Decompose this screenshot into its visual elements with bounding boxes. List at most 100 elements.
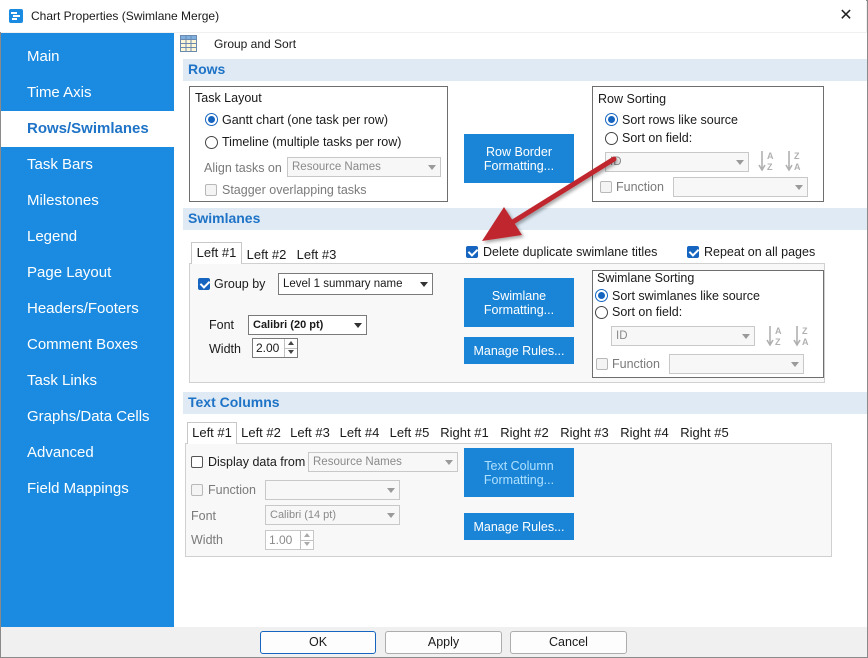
text-tab-right-1[interactable]: Right #1 — [436, 423, 493, 444]
rows-section-title: Rows — [188, 61, 226, 77]
text-function-checkbox[interactable] — [191, 484, 203, 496]
sort-rows-like-source-radio[interactable] — [605, 113, 618, 126]
stagger-checkbox[interactable] — [205, 184, 217, 196]
sidebar-item-headers-footers[interactable]: Headers/Footers — [1, 291, 174, 327]
swimlane-font-combo[interactable]: Calibri (20 pt) — [248, 315, 367, 335]
text-column-formatting-line1: Text Column — [484, 458, 554, 473]
row-sort-function-combo[interactable] — [673, 177, 808, 197]
align-tasks-combo[interactable]: Resource Names — [287, 157, 441, 177]
chevron-down-icon — [445, 460, 453, 465]
sort-rows-like-source-label[interactable]: Sort rows like source — [622, 113, 738, 127]
display-data-from-label[interactable]: Display data from — [208, 455, 305, 469]
sort-on-field-label[interactable]: Sort on field: — [622, 131, 692, 145]
sort-descending-icon[interactable]: Z A — [793, 324, 811, 348]
sort-ascending-icon[interactable]: A Z — [766, 324, 784, 348]
swimlane-font-label: Font — [209, 318, 235, 332]
text-tab-left-2[interactable]: Left #2 — [238, 423, 284, 444]
sidebar-item-legend[interactable]: Legend — [1, 219, 174, 255]
text-tab-right-3[interactable]: Right #3 — [556, 423, 613, 444]
sidebar-item-task-bars[interactable]: Task Bars — [1, 147, 174, 183]
apply-button[interactable]: Apply — [385, 631, 502, 654]
swimlane-sort-function-checkbox[interactable] — [596, 358, 608, 370]
title-bar: Chart Properties (Swimlane Merge) ✕ — [0, 0, 866, 32]
group-and-sort-label[interactable]: Group and Sort — [214, 37, 296, 51]
display-data-from-checkbox[interactable] — [191, 456, 203, 468]
sort-swimlanes-like-source-radio[interactable] — [595, 289, 608, 302]
gantt-chart-label[interactable]: Gantt chart (one task per row) — [222, 113, 388, 127]
group-by-value: Level 1 summary name — [283, 278, 403, 290]
row-sort-function-label[interactable]: Function — [616, 180, 664, 194]
timeline-label[interactable]: Timeline (multiple tasks per row) — [222, 135, 401, 149]
text-function-combo[interactable] — [265, 480, 400, 500]
sort-on-field-radio[interactable] — [605, 132, 618, 145]
text-tab-right-2[interactable]: Right #2 — [496, 423, 553, 444]
repeat-all-pages-label[interactable]: Repeat on all pages — [704, 245, 815, 259]
ok-button[interactable]: OK — [260, 631, 376, 654]
grid-icon[interactable] — [180, 35, 197, 52]
text-width-stepper[interactable]: 1.00 — [265, 530, 314, 550]
sidebar-item-task-links[interactable]: Task Links — [1, 363, 174, 399]
swimlane-sort-field-combo[interactable]: ID — [611, 326, 755, 346]
align-tasks-value: Resource Names — [292, 161, 381, 173]
sidebar-item-page-layout[interactable]: Page Layout — [1, 255, 174, 291]
text-tab-left-5[interactable]: Left #5 — [386, 423, 433, 444]
sidebar-item-time-axis[interactable]: Time Axis — [1, 75, 174, 111]
sidebar-item-graphs-data-cells[interactable]: Graphs/Data Cells — [1, 399, 174, 435]
row-sort-field-combo[interactable]: ID — [605, 152, 749, 172]
svg-text:A: A — [794, 162, 801, 172]
text-tab-left-3[interactable]: Left #3 — [287, 423, 333, 444]
svg-text:Z: Z — [767, 162, 773, 172]
svg-text:A: A — [802, 337, 809, 347]
chevron-down-icon — [795, 185, 803, 190]
sidebar-item-milestones[interactable]: Milestones — [1, 183, 174, 219]
timeline-radio[interactable] — [205, 136, 218, 149]
repeat-all-pages-checkbox[interactable] — [687, 246, 699, 258]
swimlane-width-label: Width — [209, 342, 241, 356]
sort-swimlanes-like-source-label[interactable]: Sort swimlanes like source — [612, 289, 760, 303]
text-tab-right-5[interactable]: Right #5 — [676, 423, 733, 444]
swimlane-sort-on-field-radio[interactable] — [595, 306, 608, 319]
text-tab-left-1[interactable]: Left #1 — [187, 422, 237, 444]
swimlane-formatting-button[interactable]: Swimlane Formatting... — [464, 278, 574, 327]
swimlane-tab-left-3[interactable]: Left #3 — [293, 245, 340, 266]
svg-text:A: A — [775, 326, 782, 336]
swimlane-width-value: 2.00 — [256, 341, 280, 355]
chevron-down-icon[interactable] — [300, 540, 313, 549]
swimlane-sorting-title: Swimlane Sorting — [595, 271, 697, 285]
swimlane-tab-left-1[interactable]: Left #1 — [191, 242, 242, 264]
stagger-label[interactable]: Stagger overlapping tasks — [222, 183, 367, 197]
swimlanes-section-title: Swimlanes — [188, 210, 261, 226]
text-manage-rules-button[interactable]: Manage Rules... — [464, 513, 574, 540]
group-by-label[interactable]: Group by — [214, 277, 265, 291]
task-layout-title: Task Layout — [193, 91, 264, 105]
chevron-down-icon — [736, 160, 744, 165]
text-tab-left-4[interactable]: Left #4 — [336, 423, 383, 444]
sidebar-item-advanced[interactable]: Advanced — [1, 435, 174, 471]
annotation-arrow-icon — [482, 156, 617, 241]
swimlane-sort-function-label[interactable]: Function — [612, 357, 660, 371]
sort-descending-icon[interactable]: Z A — [785, 149, 803, 173]
close-icon[interactable]: ✕ — [836, 6, 856, 26]
group-by-checkbox[interactable] — [198, 278, 210, 290]
swimlane-sort-function-combo[interactable] — [669, 354, 804, 374]
swimlane-manage-rules-button[interactable]: Manage Rules... — [464, 337, 574, 364]
swimlane-width-stepper[interactable]: 2.00 — [252, 338, 298, 358]
sidebar-item-rows-swimlanes[interactable]: Rows/Swimlanes — [1, 111, 174, 147]
text-font-combo[interactable]: Calibri (14 pt) — [265, 505, 400, 525]
gantt-chart-radio[interactable] — [205, 113, 218, 126]
chevron-down-icon[interactable] — [284, 348, 297, 357]
swimlane-font-value: Calibri (20 pt) — [253, 319, 324, 331]
text-function-label[interactable]: Function — [208, 483, 256, 497]
sidebar-item-comment-boxes[interactable]: Comment Boxes — [1, 327, 174, 363]
swimlane-sort-on-field-label[interactable]: Sort on field: — [612, 305, 682, 319]
sidebar-item-main[interactable]: Main — [1, 39, 174, 75]
text-column-formatting-button[interactable]: Text Column Formatting... — [464, 448, 574, 497]
swimlane-tab-left-2[interactable]: Left #2 — [243, 245, 290, 266]
display-data-from-combo[interactable]: Resource Names — [308, 452, 458, 472]
text-tab-right-4[interactable]: Right #4 — [616, 423, 673, 444]
group-by-combo[interactable]: Level 1 summary name — [278, 273, 433, 295]
cancel-button[interactable]: Cancel — [510, 631, 627, 654]
sort-ascending-icon[interactable]: A Z — [758, 149, 776, 173]
sidebar-item-field-mappings[interactable]: Field Mappings — [1, 471, 174, 507]
chevron-down-icon — [791, 362, 799, 367]
